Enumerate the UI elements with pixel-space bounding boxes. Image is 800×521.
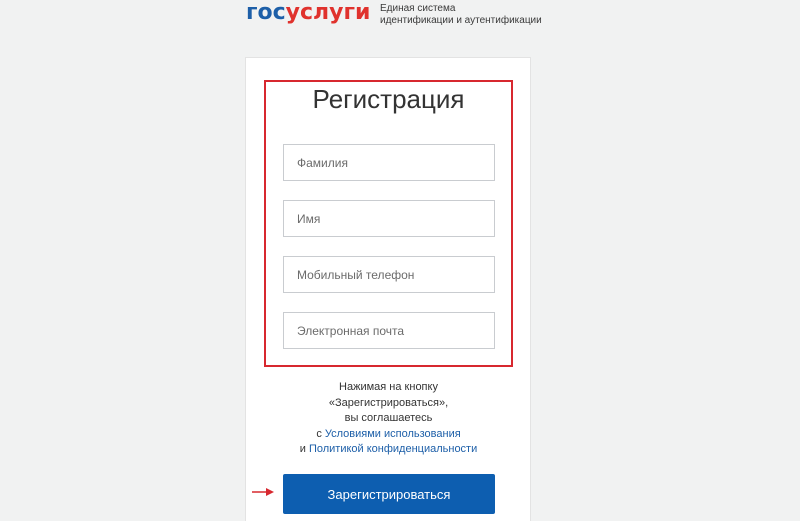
surname-field[interactable] (283, 144, 495, 181)
terms-line-4: с Условиями использования (264, 427, 513, 443)
email-input[interactable] (284, 313, 494, 348)
logo-caption: Единая система идентификации и аутентифи… (380, 3, 542, 27)
phone-field[interactable] (283, 256, 495, 293)
terms-prefix-i: и (299, 443, 309, 455)
name-field[interactable] (283, 200, 495, 237)
privacy-policy-link[interactable]: Политикой конфиденциальности (309, 443, 477, 455)
terms-prefix-s: с (316, 427, 325, 440)
logo-caption-line-1: Единая система (380, 3, 456, 14)
logo-caption-line-2: идентификации и аутентификации (380, 15, 542, 26)
page-title: Регистрация (312, 84, 465, 114)
gosuslugi-logo[interactable]: госуслуги (246, 0, 370, 26)
terms-line-5: и Политикой конфиденциальности (264, 442, 513, 458)
terms-line-2: «Зарегистрироваться», (328, 396, 449, 409)
name-input[interactable] (284, 201, 494, 236)
arrow-right-icon (252, 488, 274, 496)
phone-input[interactable] (284, 257, 494, 292)
terms-line-1: Нажимая на кнопку (339, 381, 438, 393)
register-button[interactable]: Зарегистрироваться (283, 474, 495, 514)
terms-line-3: вы соглашаетесь (344, 412, 433, 424)
email-field[interactable] (283, 312, 495, 349)
page: госуслуги Единая система идентификации и… (0, 0, 800, 521)
surname-input[interactable] (284, 145, 494, 180)
logo-part-gos: гос (246, 0, 286, 25)
terms-text: Нажимая на кнопку «Зарегистрироваться», … (264, 380, 513, 458)
terms-of-use-link[interactable]: Условиями использования (325, 428, 461, 440)
logo-part-uslugi: услуги (285, 0, 371, 25)
